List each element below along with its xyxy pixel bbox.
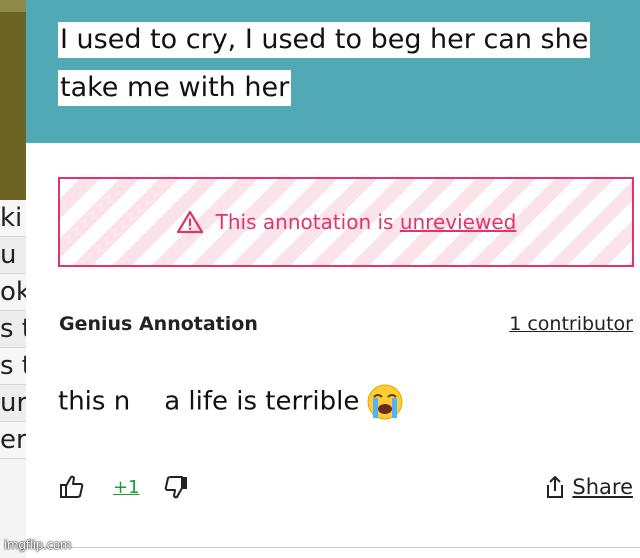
background-text-fragment: ok: [0, 274, 26, 311]
background-image-fragment: [0, 0, 26, 200]
share-label: Share: [572, 475, 633, 499]
share-icon: [547, 476, 564, 498]
annotation-text-start: this n: [58, 386, 131, 417]
annotation-actions: +1 Share: [59, 470, 633, 504]
background-image-top: [0, 0, 26, 12]
upvote-button[interactable]: [59, 470, 85, 504]
annotation-meta: Genius Annotation 1 contributor: [59, 313, 633, 339]
background-text-rows: ki u h ok s t s t ure er: [0, 200, 26, 459]
background-text-fragment: ki: [0, 200, 26, 237]
warning-triangle-icon: [176, 210, 203, 234]
downvote-button[interactable]: [163, 470, 189, 504]
warning-prefix: This annotation is: [215, 210, 400, 234]
background-page-strip: ki u h ok s t s t ure er: [0, 0, 26, 558]
background-text-fragment: s t: [0, 311, 26, 348]
vote-count[interactable]: +1: [113, 470, 140, 504]
background-text-fragment: er: [0, 422, 26, 459]
annotation-body: this n a life is terrible: [58, 382, 405, 422]
lyric-header: I used to cry, I used to beg her can she…: [26, 0, 640, 143]
imgflip-watermark: imgflip.com: [4, 538, 72, 552]
contributors-link[interactable]: 1 contributor: [509, 313, 633, 335]
lyric-line-1[interactable]: I used to cry, I used to beg her can she: [58, 22, 591, 58]
background-text-fragment: u h: [0, 237, 26, 274]
annotation-panel: I used to cry, I used to beg her can she…: [26, 0, 640, 558]
annotation-text-end: a life is terrible: [164, 386, 360, 417]
lyric-line-2[interactable]: take me with her: [58, 70, 292, 106]
share-button[interactable]: Share: [544, 470, 633, 504]
background-text-fragment: s t: [0, 348, 26, 385]
bottom-divider: [26, 547, 640, 548]
unreviewed-warning-banner: This annotation is unreviewed: [58, 177, 634, 267]
thumbs-up-icon: [60, 475, 84, 498]
warning-text: This annotation is unreviewed: [216, 210, 517, 234]
loudly-crying-face-icon: [367, 384, 403, 420]
annotation-source-label: Genius Annotation: [59, 313, 258, 335]
unreviewed-link[interactable]: unreviewed: [400, 210, 517, 234]
background-text-fragment: ure: [0, 385, 26, 422]
thumbs-down-icon: [164, 476, 187, 499]
